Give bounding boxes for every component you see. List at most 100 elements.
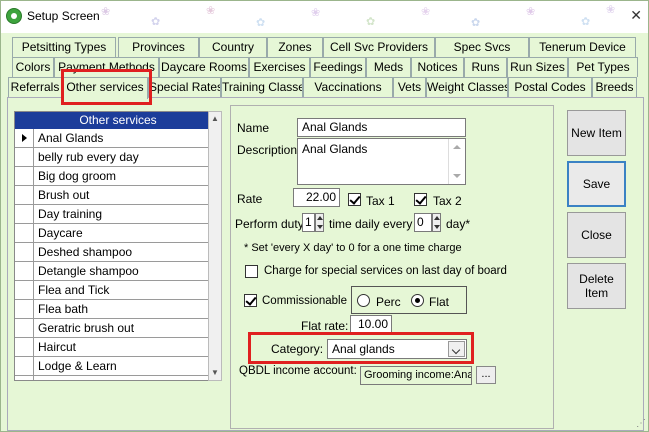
tab-run-sizes[interactable]: Run Sizes: [507, 57, 568, 77]
list-item[interactable]: Medicated: [15, 376, 221, 380]
row-selector[interactable]: [15, 262, 34, 280]
perc-radio[interactable]: [357, 294, 370, 307]
tax1-checkbox[interactable]: [348, 193, 361, 206]
row-selector-icon[interactable]: [15, 129, 34, 147]
list-item-label: Flea bath: [38, 302, 89, 316]
list-item[interactable]: Deshed shampoo: [15, 243, 221, 262]
row-selector[interactable]: [15, 281, 34, 299]
tab-breeds[interactable]: Breeds: [592, 77, 637, 97]
qbdl-account-field[interactable]: Grooming income:Anal: [360, 366, 472, 385]
delete-item-button[interactable]: Delete Item: [567, 263, 626, 309]
list-item[interactable]: Anal Glands: [15, 129, 221, 148]
tab-colors[interactable]: Colors: [12, 57, 54, 77]
charge-special-label: Charge for special services on last day …: [264, 265, 507, 277]
every-spinner[interactable]: [432, 213, 441, 232]
list-item[interactable]: Brush out: [15, 186, 221, 205]
list-item[interactable]: belly rub every day: [15, 148, 221, 167]
tab-weight-classes[interactable]: Weight Classes: [426, 77, 508, 97]
tab-daycare-rooms[interactable]: Daycare Rooms: [159, 57, 249, 77]
tax2-checkbox[interactable]: [414, 193, 427, 206]
tab-country[interactable]: Country: [199, 37, 267, 57]
description-scrollbar[interactable]: [448, 139, 464, 184]
setup-screen-window: ❀ ✿ ❀ ✿ ❀ ✿ ❀ ✿ ❀ ✿ ❀ Setup Screen ✕ Pet…: [0, 0, 649, 432]
save-button[interactable]: Save: [567, 161, 626, 207]
row-selector[interactable]: [15, 224, 34, 242]
tab-runs[interactable]: Runs: [464, 57, 507, 77]
tab-special-rates[interactable]: Special Rates: [148, 77, 221, 97]
tab-cell-svc-providers[interactable]: Cell Svc Providers: [323, 37, 435, 57]
list-item[interactable]: Daycare: [15, 224, 221, 243]
butterfly-icon: ❀: [206, 5, 216, 17]
flat-label: Flat: [429, 295, 450, 309]
list-item[interactable]: Lodge & Learn: [15, 357, 221, 376]
list-scrollbar[interactable]: ▲ ▼: [208, 111, 222, 381]
tax2-label: Tax 2: [433, 194, 462, 208]
rate-input[interactable]: 22.00: [293, 188, 340, 207]
list-item-label: Daycare: [38, 226, 83, 240]
commissionable-checkbox[interactable]: [244, 294, 257, 307]
description-textarea[interactable]: Anal Glands: [297, 138, 466, 185]
close-window-button[interactable]: ✕: [630, 7, 642, 24]
row-selector[interactable]: [15, 186, 34, 204]
title-bar: ❀ ✿ ❀ ✿ ❀ ✿ ❀ ✿ ❀ ✿ ❀ Setup Screen ✕: [1, 1, 648, 33]
new-item-button[interactable]: New Item: [567, 110, 626, 156]
app-icon: [6, 8, 22, 24]
tab-meds[interactable]: Meds: [366, 57, 411, 77]
tab-spec-svcs[interactable]: Spec Svcs: [435, 37, 529, 57]
every-input[interactable]: 0: [414, 213, 432, 232]
perform-duty-input[interactable]: 1: [302, 213, 315, 232]
tab-referrals[interactable]: Referrals: [8, 77, 62, 97]
flat-rate-label: Flat rate:: [301, 319, 349, 333]
list-item[interactable]: Haircut: [15, 338, 221, 357]
row-selector[interactable]: [15, 205, 34, 223]
row-selector[interactable]: [15, 338, 34, 356]
list-item[interactable]: Day training: [15, 205, 221, 224]
tab-provinces[interactable]: Provinces: [118, 37, 199, 57]
list-item-label: Brush out: [38, 188, 90, 202]
list-item-label: Anal Glands: [38, 131, 104, 145]
list-item[interactable]: Flea bath: [15, 300, 221, 319]
butterfly-icon: ❀: [311, 7, 321, 19]
row-selector[interactable]: [15, 148, 34, 166]
qbdl-browse-button[interactable]: ...: [476, 366, 496, 384]
butterfly-icon: ❀: [101, 6, 111, 18]
tab-exercises[interactable]: Exercises: [249, 57, 310, 77]
name-input[interactable]: Anal Glands: [297, 118, 466, 137]
perform-duty-label: Perform duty: [235, 217, 304, 231]
tab-tenerum-device[interactable]: Tenerum Device: [529, 37, 636, 57]
row-selector[interactable]: [15, 243, 34, 261]
tab-postal-codes[interactable]: Postal Codes: [508, 77, 592, 97]
list-item[interactable]: Big dog groom: [15, 167, 221, 186]
tab-zones[interactable]: Zones: [267, 37, 323, 57]
list-item[interactable]: Detangle shampoo: [15, 262, 221, 281]
perc-label: Perc: [376, 295, 401, 309]
close-button[interactable]: Close: [567, 212, 626, 258]
butterfly-icon: ❀: [421, 6, 431, 18]
qbdl-label: QBDL income account:: [239, 365, 357, 377]
row-selector[interactable]: [15, 357, 34, 375]
row-selector[interactable]: [15, 300, 34, 318]
tab-pet-types[interactable]: Pet Types: [568, 57, 638, 77]
scroll-up-icon[interactable]: ▲: [209, 112, 221, 126]
tab-feedings[interactable]: Feedings: [310, 57, 366, 77]
list-item[interactable]: Geratric brush out: [15, 319, 221, 338]
tab-training-classes[interactable]: Training Classes: [221, 77, 303, 97]
tab-vets[interactable]: Vets: [393, 77, 426, 97]
day-label: day*: [446, 217, 471, 231]
row-selector[interactable]: [15, 376, 34, 380]
tab-notices[interactable]: Notices: [411, 57, 464, 77]
list-item-label: belly rub every day: [38, 150, 139, 164]
flat-radio[interactable]: [411, 294, 424, 307]
scroll-down-icon[interactable]: ▼: [209, 366, 221, 380]
charge-special-checkbox[interactable]: [245, 265, 258, 278]
list-item-label: Detangle shampoo: [38, 264, 139, 278]
butterfly-icon: ✿: [256, 17, 266, 29]
row-selector[interactable]: [15, 167, 34, 185]
tab-petsitting-types[interactable]: Petsitting Types: [12, 37, 116, 57]
services-list[interactable]: Other services Anal Glands belly rub ever…: [14, 111, 222, 381]
resize-grip-icon[interactable]: ⋰: [636, 418, 646, 429]
row-selector[interactable]: [15, 319, 34, 337]
perform-duty-spinner[interactable]: [315, 213, 324, 232]
list-item[interactable]: Flea and Tick: [15, 281, 221, 300]
tab-vaccinations[interactable]: Vaccinations: [303, 77, 393, 97]
